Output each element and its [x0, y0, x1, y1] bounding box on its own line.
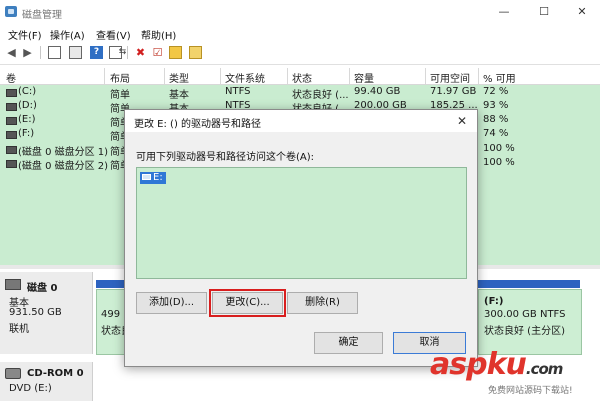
dialog-title: 更改 E: () 的驱动器号和路径 — [134, 119, 262, 130]
cdrom-name: CD-ROM 0 — [27, 368, 84, 379]
column-percent-free[interactable]: % 可用 — [483, 70, 516, 85]
volume-capacity: 99.40 GB — [354, 86, 401, 97]
disk-management-app-icon — [5, 6, 17, 17]
close-button[interactable]: ✕ — [570, 4, 594, 20]
ok-button[interactable]: 确定 — [314, 332, 383, 354]
watermark-slogan: 免费网站源码下载站! — [488, 386, 573, 396]
new-folder-icon[interactable] — [189, 46, 202, 59]
maximize-button[interactable]: ☐ — [532, 4, 556, 20]
column-divider[interactable] — [425, 68, 426, 84]
column-layout[interactable]: 布局 — [110, 70, 130, 85]
drive-path-list-item[interactable]: E: — [140, 172, 166, 184]
volume-percent-free: 72 % — [483, 86, 509, 97]
drive-icon — [6, 160, 17, 168]
watermark-logo: aspku.com — [430, 347, 564, 382]
column-divider[interactable] — [287, 68, 288, 84]
column-volume[interactable]: 卷 — [6, 70, 16, 85]
column-divider[interactable] — [349, 68, 350, 84]
minimize-button[interactable]: — — [492, 4, 516, 20]
partition-size: 300.00 GB NTFS — [484, 309, 566, 320]
new-file-icon[interactable] — [169, 46, 182, 59]
cdrom-kind: DVD (E:) — [9, 383, 52, 394]
partition-status: 状态良好 (主分区) — [484, 326, 565, 337]
drive-icon — [6, 131, 17, 139]
dialog-close-icon[interactable]: ✕ — [453, 113, 471, 129]
drive-icon — [6, 146, 17, 154]
volume-name[interactable]: (磁盘 0 磁盘分区 2) — [18, 157, 108, 172]
drive-icon — [142, 174, 151, 180]
column-free-space[interactable]: 可用空间 — [430, 70, 470, 85]
drive-icon — [6, 103, 17, 111]
drive-icon — [6, 117, 17, 125]
volume-name[interactable]: (C:) — [18, 86, 36, 97]
delete-icon[interactable]: ✖ — [134, 46, 147, 59]
drive-path-label: E: — [153, 172, 163, 183]
column-divider[interactable] — [164, 68, 165, 84]
connect-icon[interactable]: ⇆ — [116, 46, 129, 59]
volume-filesystem: NTFS — [225, 86, 251, 97]
partition-size: 499 — [101, 309, 121, 320]
volume-name[interactable]: (F:) — [18, 128, 34, 139]
column-capacity[interactable]: 容量 — [354, 70, 374, 85]
volume-name[interactable]: (D:) — [18, 100, 37, 111]
column-status[interactable]: 状态 — [292, 70, 312, 85]
volume-name[interactable]: (E:) — [18, 114, 36, 125]
watermark-brand: aspku — [430, 347, 527, 382]
window-title: 磁盘管理 — [22, 10, 62, 21]
check-icon[interactable]: ☑ — [151, 46, 164, 59]
partition-header-strip — [96, 280, 126, 288]
change-button[interactable]: 更改(C)... — [209, 289, 286, 317]
console-tree-icon[interactable] — [48, 46, 61, 59]
column-divider[interactable] — [478, 68, 479, 84]
volume-free-space: 71.97 GB — [430, 86, 477, 97]
volume-layout: 简单 — [110, 90, 130, 101]
properties-icon[interactable] — [69, 46, 82, 59]
column-divider[interactable] — [220, 68, 221, 84]
disk-name: 磁盘 0 — [27, 283, 58, 294]
column-filesystem[interactable]: 文件系统 — [225, 70, 265, 85]
drive-path-list[interactable]: E: — [136, 167, 467, 279]
toolbar-separator — [40, 46, 41, 59]
volume-type: 基本 — [169, 90, 189, 101]
disk-size: 931.50 GB — [9, 307, 62, 318]
volume-percent-free: 93 % — [483, 100, 509, 111]
drive-icon — [6, 89, 17, 97]
remove-button[interactable]: 删除(R) — [287, 292, 358, 314]
forward-icon[interactable]: ▶ — [21, 46, 34, 59]
partition-name: (F:) — [484, 296, 504, 307]
volume-percent-free: 100 % — [483, 157, 515, 168]
menu-help[interactable]: 帮助(H) — [141, 27, 176, 42]
menu-action[interactable]: 操作(A) — [50, 27, 85, 42]
volume-name[interactable]: (磁盘 0 磁盘分区 1) — [18, 143, 108, 158]
back-icon[interactable]: ◀ — [5, 46, 18, 59]
cdrom-icon — [5, 368, 21, 379]
volume-percent-free: 100 % — [483, 143, 515, 154]
menu-bar — [0, 24, 600, 42]
change-drive-letter-dialog: 更改 E: () 的驱动器号和路径 ✕ 可用下列驱动器号和路径访问这个卷(A):… — [124, 109, 478, 367]
add-button[interactable]: 添加(D)... — [136, 292, 207, 314]
column-type[interactable]: 类型 — [169, 70, 189, 85]
dialog-instruction: 可用下列驱动器号和路径访问这个卷(A): — [136, 152, 315, 163]
volume-status: 状态良好 (... — [292, 90, 349, 101]
volume-percent-free: 74 % — [483, 128, 509, 139]
menu-file[interactable]: 文件(F) — [8, 27, 42, 42]
volume-percent-free: 88 % — [483, 114, 509, 125]
partition-header-strip — [476, 280, 580, 288]
watermark-tld: .com — [525, 360, 564, 378]
disk-state: 联机 — [9, 324, 29, 335]
column-divider[interactable] — [104, 68, 105, 84]
disk-icon — [5, 279, 21, 290]
menu-view[interactable]: 查看(V) — [96, 27, 131, 42]
